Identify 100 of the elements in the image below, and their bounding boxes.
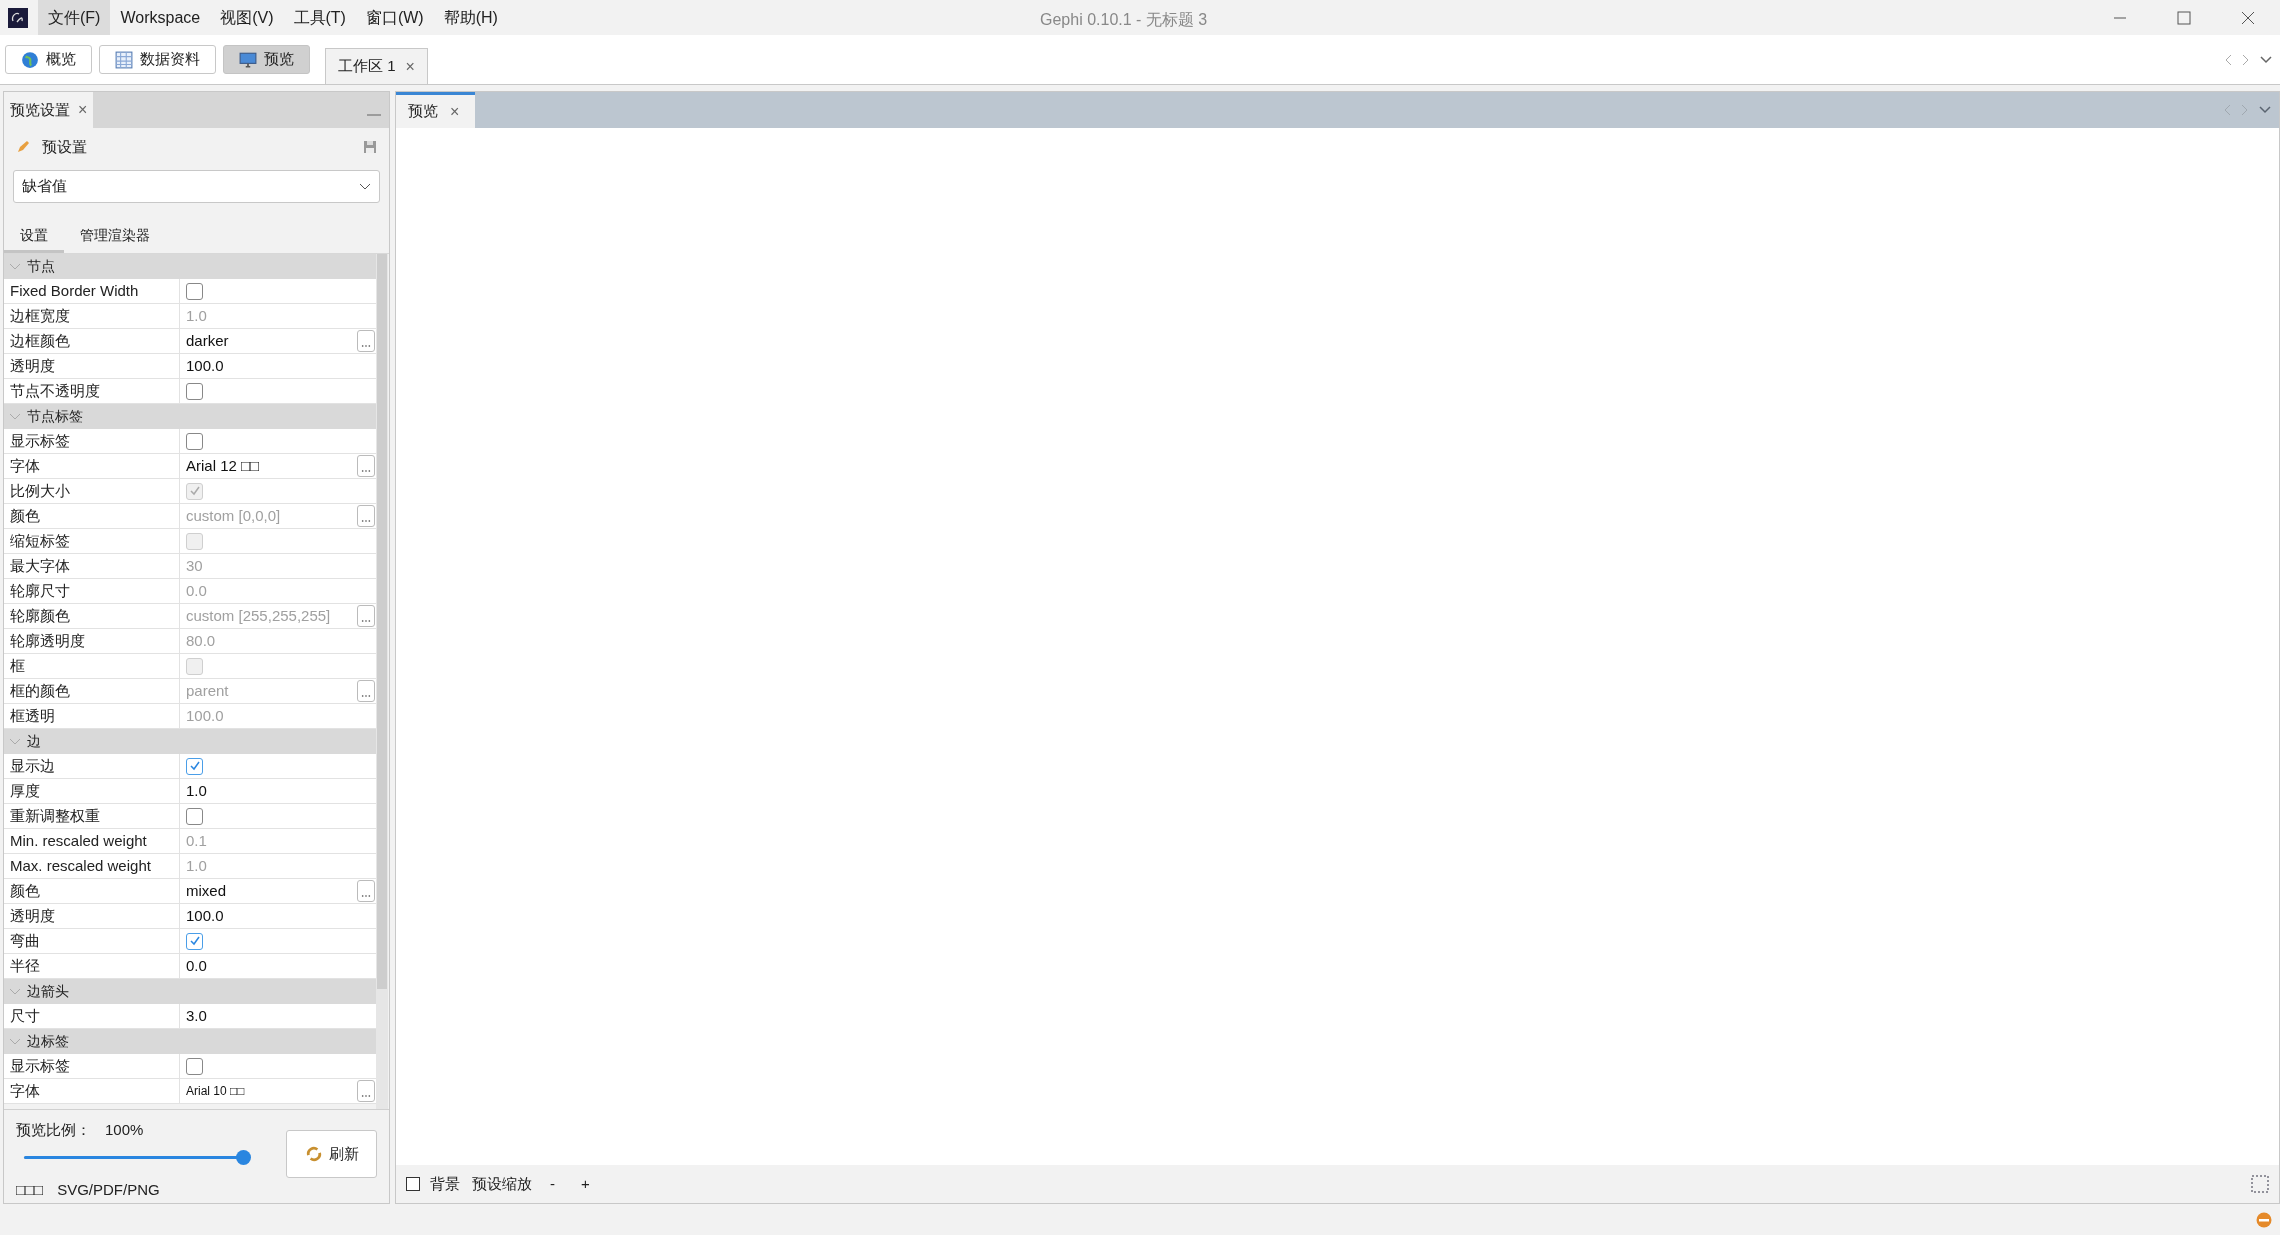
checkbox[interactable]	[186, 932, 203, 950]
checkbox[interactable]	[186, 382, 203, 400]
chevron-icon	[9, 262, 21, 271]
property-value[interactable]: 100.0	[186, 904, 224, 928]
property-label: 显示标签	[4, 1054, 180, 1078]
ellipsis-icon	[361, 344, 371, 348]
property-label: 框	[4, 654, 180, 678]
dropdown-icon[interactable]	[2259, 106, 2271, 114]
slider-thumb[interactable]	[236, 1150, 251, 1165]
property-value[interactable]: mixed	[186, 879, 226, 903]
property-label: 比例大小	[4, 479, 180, 503]
perspective-button[interactable]: 数据资料	[99, 45, 216, 74]
scroll-right-icon[interactable]	[2242, 53, 2250, 66]
checkbox[interactable]	[186, 282, 203, 300]
section-header[interactable]: 边	[4, 729, 376, 754]
menu-item[interactable]: 工具(T)	[283, 0, 356, 35]
checkbox[interactable]	[406, 1177, 420, 1191]
section-header[interactable]: 节点标签	[4, 404, 376, 429]
ellipsis-icon	[361, 1094, 371, 1098]
settings-tab[interactable]: 管理渲染器	[64, 221, 166, 253]
checkmark-icon	[188, 485, 201, 497]
property-label: 节点不透明度	[4, 379, 180, 403]
property-value[interactable]: 100.0	[186, 354, 224, 378]
checkbox[interactable]	[186, 432, 203, 450]
checkbox[interactable]	[186, 757, 203, 775]
app-logo-icon	[8, 7, 28, 28]
ellipsis-button[interactable]	[357, 330, 375, 352]
workspace-tab[interactable]: 工作区 1 ×	[325, 48, 428, 84]
notification-icon[interactable]	[2256, 1212, 2272, 1228]
table-icon	[115, 50, 133, 69]
dropdown-icon[interactable]	[2260, 55, 2272, 64]
save-icon[interactable]	[363, 140, 377, 154]
maximize-icon[interactable]	[2177, 10, 2191, 25]
export-label: □□□	[16, 1180, 44, 1200]
menu-item[interactable]: 文件(F)	[38, 0, 111, 35]
checkbox[interactable]	[186, 1057, 203, 1075]
section-header[interactable]: 边箭头	[4, 979, 376, 1004]
property-label: 半径	[4, 954, 180, 978]
section-header[interactable]: 节点	[4, 254, 376, 279]
zoom-label: 预设缩放	[472, 1173, 532, 1194]
chevron-icon	[9, 987, 21, 996]
pencil-icon	[16, 140, 30, 154]
property-label: 透明度	[4, 354, 180, 378]
property-value[interactable]: Arial 10 □□	[186, 1082, 245, 1100]
ellipsis-button[interactable]	[357, 1080, 375, 1102]
property-label: 边框宽度	[4, 304, 180, 328]
property-label: 缩短标签	[4, 529, 180, 553]
property-value[interactable]: 3.0	[186, 1004, 207, 1028]
property-value[interactable]: 1.0	[186, 779, 207, 803]
ellipsis-icon	[361, 694, 371, 698]
scroll-right-icon[interactable]	[2241, 104, 2249, 116]
property-label: 框透明	[4, 704, 180, 728]
chevron-icon	[9, 737, 21, 746]
property-value[interactable]: Arial 12 □□	[186, 454, 260, 478]
perspective-button[interactable]: 概览	[5, 45, 92, 74]
zoom-in-button[interactable]: +	[573, 1172, 598, 1196]
ellipsis-icon	[361, 894, 371, 898]
ellipsis-icon	[361, 519, 371, 523]
ratio-label: 预览比例：	[16, 1119, 91, 1140]
property-label: 字体	[4, 1079, 180, 1103]
refresh-icon	[304, 1145, 323, 1163]
section-header[interactable]: 边标签	[4, 1029, 376, 1054]
property-label: 轮廓透明度	[4, 629, 180, 653]
scroll-left-icon[interactable]	[2223, 104, 2231, 116]
property-label: 透明度	[4, 904, 180, 928]
panel-tab[interactable]: 预览设置 ×	[4, 92, 94, 128]
zoom-out-button[interactable]: -	[542, 1172, 563, 1196]
fullscreen-icon[interactable]	[2251, 1175, 2269, 1193]
menu-item[interactable]: Workspace	[110, 0, 211, 35]
ellipsis-button[interactable]	[357, 455, 375, 477]
close-tab-button[interactable]: ×	[405, 54, 415, 79]
property-label: Max. rescaled weight	[4, 854, 180, 878]
property-label: 厚度	[4, 779, 180, 803]
chevron-icon	[9, 412, 21, 421]
close-tab-button[interactable]: ×	[450, 99, 460, 124]
perspective-button[interactable]: 预览	[223, 45, 310, 74]
preview-tab[interactable]: 预览 ×	[396, 92, 475, 128]
globe-icon	[21, 50, 39, 69]
refresh-button[interactable]: 刷新	[286, 1130, 377, 1178]
menu-item[interactable]: 视图(V)	[210, 0, 284, 35]
property-label: 字体	[4, 454, 180, 478]
property-label: 显示边	[4, 754, 180, 778]
property-label: 显示标签	[4, 429, 180, 453]
preset-dropdown[interactable]: 缺省值	[13, 170, 380, 203]
scroll-left-icon[interactable]	[2224, 53, 2232, 66]
property-label: 尺寸	[4, 1004, 180, 1028]
menu-item[interactable]: 窗口(W)	[355, 0, 434, 35]
menu-item[interactable]: 帮助(H)	[433, 0, 508, 35]
checkbox[interactable]	[186, 807, 203, 825]
ellipsis-icon	[361, 469, 371, 473]
monitor-icon	[239, 50, 257, 69]
minimize-icon[interactable]	[367, 113, 381, 117]
property-value[interactable]: darker	[186, 329, 229, 353]
property-value[interactable]: 0.0	[186, 954, 207, 978]
property-label: Fixed Border Width	[4, 279, 180, 303]
scrollbar-thumb[interactable]	[377, 254, 387, 989]
close-tab-button[interactable]: ×	[78, 98, 88, 122]
ellipsis-button[interactable]	[357, 880, 375, 902]
checkbox-label: 背景	[430, 1173, 460, 1194]
close-icon[interactable]	[2241, 10, 2255, 25]
